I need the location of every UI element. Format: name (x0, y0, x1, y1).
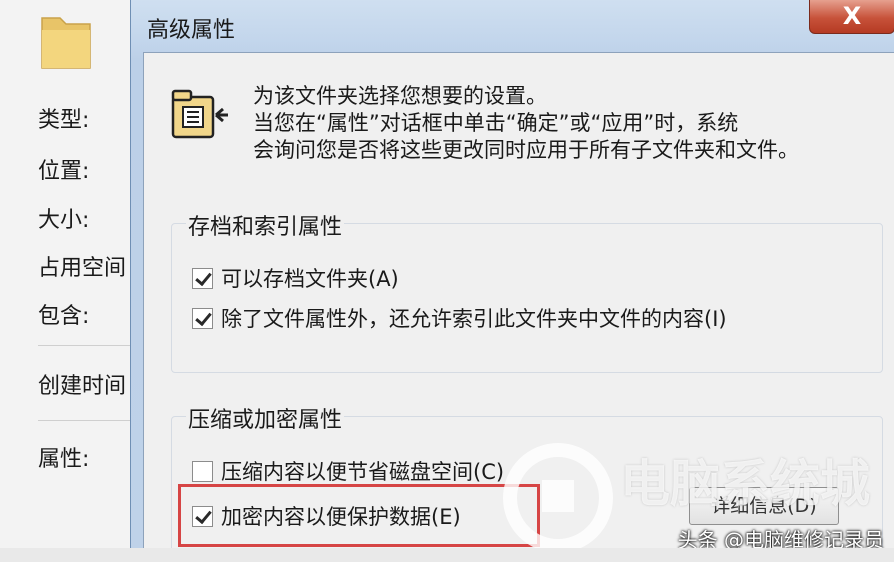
background-properties-window: 类型: 位置: 大小: 占用空间 包含: 创建时间 属性: (0, 0, 141, 562)
watermark-text: 电脑系统城 (620, 455, 870, 513)
type-label: 类型: (38, 108, 90, 133)
location-label: 位置: (38, 159, 90, 184)
archive-index-group (171, 223, 883, 373)
size-label: 大小: (38, 208, 90, 233)
folder-icon (41, 17, 91, 69)
description-line: 会询问您是否将这些更改同时应用于所有子文件夹和文件。 (253, 138, 799, 162)
index-checkbox-label[interactable]: 除了文件属性外，还允许索引此文件夹中文件的内容(I) (221, 303, 727, 333)
attributes-label: 属性: (38, 447, 90, 472)
contains-label: 包含: (38, 304, 90, 329)
created-label: 创建时间 (38, 374, 127, 399)
folder-properties-icon (171, 89, 228, 139)
archive-checkbox[interactable] (192, 267, 213, 289)
compress-checkbox[interactable] (192, 460, 213, 482)
divider (38, 420, 138, 421)
compress-checkbox-label[interactable]: 压缩内容以便节省磁盘空间(C) (221, 456, 504, 486)
close-icon: X (842, 2, 862, 30)
close-button[interactable]: X (809, 0, 894, 34)
dialog-description: 为该文件夹选择您想要的设置。 当您在“属性”对话框中单击“确定”或“应用”时，系… (253, 83, 799, 164)
archive-group-title: 存档和索引属性 (186, 209, 345, 241)
divider (38, 345, 138, 346)
highlight-annotation (178, 484, 540, 547)
watermark-logo-icon (503, 443, 613, 553)
size-on-disk-label: 占用空间 (38, 256, 127, 281)
description-line: 为该文件夹选择您想要的设置。 (253, 84, 547, 108)
title-bar[interactable]: 高级属性 X (131, 0, 894, 52)
archive-checkbox-label[interactable]: 可以存档文件夹(A) (221, 263, 399, 293)
index-checkbox-row[interactable]: 除了文件属性外，还允许索引此文件夹中文件的内容(I) (192, 303, 727, 333)
compress-checkbox-row[interactable]: 压缩内容以便节省磁盘空间(C) (192, 456, 504, 486)
description-line: 当您在“属性”对话框中单击“确定”或“应用”时，系统 (253, 111, 739, 135)
archive-checkbox-row[interactable]: 可以存档文件夹(A) (192, 263, 399, 293)
bottom-strip (0, 548, 894, 562)
compress-group-title: 压缩或加密属性 (186, 402, 345, 434)
dialog-title: 高级属性 (147, 18, 236, 43)
index-checkbox[interactable] (192, 307, 213, 329)
